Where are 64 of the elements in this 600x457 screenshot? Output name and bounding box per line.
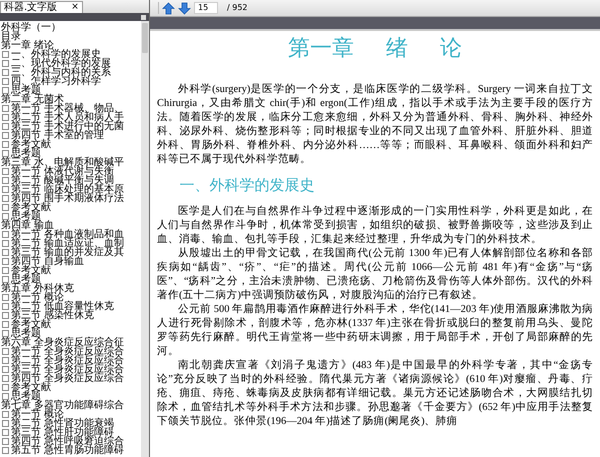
- outline-item[interactable]: 第二节 输血适应证、血制: [11, 239, 124, 248]
- body-paragraph: 南北朝龚庆宣著《刘涓子鬼遗方》(483 年)是中国最早的外科学专著，其中“金疡专论”充分反映了当时的外科经验。隋代巢元方著《诸病源候论》(610 年)对瘿瘤、丹毒、疔疮、痈疽、痔疮、蛛毒病及皮肤病都有详细记载。巢元方还记述肠吻合术，大网膜结扎切除术，血管结扎术等外科手术方法和步骤。孙思邈著《千金要方》(652 年)中应用手法整复下颌关节脱位。张仲景(196—204 年)描述了肠痈(阑尾炎)、肺痈: [157, 359, 593, 429]
- outline-item[interactable]: 第二节 酸碱平衡与失调: [11, 176, 114, 185]
- outline-item[interactable]: 第一章 绪论: [1, 41, 54, 50]
- body-paragraph: 公元前 500 年扁鹊用毒酒作麻醉进行外科手术，华佗(141—203 年)使用酒服麻沸散为病人进行死骨剔除术，剖腹术等，危亦林(1337 年)主张在骨折或脱臼的整复前用乌头、曼陀罗等药先行麻醉。明代王肯堂将一些中药研末调擦，用于局部手术，开创了局部麻醉的先河。: [157, 303, 593, 359]
- outline-item[interactable]: 思考题: [11, 212, 41, 221]
- outline-item[interactable]: 思考题: [11, 86, 41, 95]
- outline-item[interactable]: 思考题: [11, 392, 41, 401]
- outline-item[interactable]: 外科学（一）: [1, 23, 61, 32]
- tab-close-button[interactable]: ×: [71, 3, 79, 12]
- outline-item[interactable]: 第一节 手术器械、物品、: [11, 104, 124, 113]
- outline-item[interactable]: 第二节 全身炎症反应综合: [11, 356, 124, 365]
- outline-item[interactable]: 目录: [1, 32, 21, 41]
- outline-item[interactable]: 第三节 手术进行中的无菌: [11, 122, 124, 131]
- outline-item[interactable]: 思考题: [11, 275, 41, 284]
- scrollbar[interactable]: [141, 21, 149, 457]
- outline-item[interactable]: 第一节 全身炎症反应综合: [11, 347, 124, 356]
- outline-item[interactable]: 参考文献: [11, 203, 51, 212]
- down-arrow-icon[interactable]: [178, 2, 191, 14]
- outline-item[interactable]: 第四节 自身输血: [11, 257, 84, 266]
- outline-item[interactable]: 第四节 全身炎症反应综合: [11, 374, 124, 383]
- outline-item[interactable]: 第三章 水、电解质和酸碱平: [1, 158, 124, 167]
- outline-item[interactable]: 第三节 输血的并发症及其: [11, 248, 124, 257]
- outline-item[interactable]: 参考文献: [11, 266, 51, 275]
- body-paragraph: 外科学(surgery)是医学的一个分支，是临床医学的二级学科。Surgery 一词来自拉丁文 Chirurgia，又由希腊文 chir(手)和 ergon(工作)组成，指以手术或手法为主要手段的医疗方法。随着医学的发展，临床分工愈来愈细，外科又分为普通外科、骨科、胸外科、神经外科、泌尿外科、烧伤整形科等；同时根据专业的不同又出现了血管外科、肝脏外科、胆道外科、胃肠外科、脊椎外科、内分泌外科……等等；而眼科、耳鼻喉科、颌面外科和妇产科等已不属于现代外科学范畴。: [157, 83, 593, 167]
- outline-item[interactable]: 第四章 输血: [1, 221, 54, 230]
- outline-item[interactable]: 第一节 体液代谢与失衡: [11, 167, 114, 176]
- outline-item[interactable]: 第三节 临床处理的基本原: [11, 185, 124, 194]
- outline-item[interactable]: 第五节 急性胃肠功能障碍: [11, 446, 124, 455]
- outline-item[interactable]: 第二章 无菌术: [1, 95, 64, 104]
- outline-item[interactable]: 第二节 急性肾功能衰竭: [11, 419, 114, 428]
- outline-item[interactable]: 第二节 手术人员和病人手: [11, 113, 124, 122]
- outline-item[interactable]: 第一节 概论: [11, 293, 64, 302]
- outline-item[interactable]: 第一节 概论: [11, 410, 64, 419]
- document-tab[interactable]: 科器.文字版 ×: [0, 1, 83, 13]
- outline-item[interactable]: 参考文献: [11, 320, 51, 329]
- outline-item[interactable]: 第三节 感染性休克: [11, 311, 94, 320]
- outline-item[interactable]: 参考文献: [11, 140, 51, 149]
- outline-item[interactable]: 参考文献: [11, 383, 51, 392]
- body-paragraph: 医学是人们在与自然界作斗争过程中逐渐形成的一门实用性科学，外科更是如此，在人们与自然界作斗争时，机体常受到损害，如组织的破损、被野兽撕咬等，这些涉及到止血、消毒、输血、包扎等手段，汇集起来经过整理，升华成为专门的外科技术。: [157, 205, 593, 247]
- body-paragraph: 从殷墟出土的甲骨文记载，在我国商代(公元前 1300 年)已有人体解剖部位名称和各部疾病如“龋齿”、“疥”、“疟”的描述。周代(公元前 1066—公元前 481 年)有“金疡”与“疡医”、“疡科”之分，主治未溃肿物、已溃疮疡、刀枪箭伤及骨伤等人体外部伤。汉代的外科著作(五十二病方)中强调预防破伤风，对腹股沟疝的治疗已有叙述。: [157, 247, 593, 303]
- page-total: / 952: [227, 2, 248, 14]
- outline-item[interactable]: 思考题: [11, 329, 41, 338]
- page-number-field[interactable]: 15: [194, 2, 218, 14]
- outline-item[interactable]: 第六章 全身炎症反应综合征: [1, 338, 124, 347]
- outline-item[interactable]: 第一节 各种血液制品和血: [11, 230, 124, 239]
- outline-item[interactable]: 第五章 外科休克: [1, 284, 74, 293]
- outline-item[interactable]: 第四节 围手术期液体疗法: [11, 194, 124, 203]
- outline-item[interactable]: 第四节 急性呼吸窘迫综合: [11, 437, 124, 446]
- outline-item[interactable]: 第三节 全身炎症反应综合: [11, 365, 124, 374]
- collapse-icon[interactable]: [141, 14, 146, 20]
- scrollbar-thumb[interactable]: [142, 23, 148, 53]
- outline-item[interactable]: 二、现代外科学的发展: [11, 59, 111, 68]
- chapter-title: 第一章 绪 论: [287, 35, 463, 61]
- outline-item[interactable]: 第三节 急性肝功能障碍: [11, 428, 114, 437]
- outline-item[interactable]: 思考题: [11, 149, 41, 158]
- outline-item[interactable]: 三、外科与内科的关系: [11, 68, 111, 77]
- outline-item[interactable]: 第二节 低血容量性休克: [11, 302, 114, 311]
- outline-item[interactable]: 第七章 多器官功能障碍综合: [1, 401, 124, 410]
- up-arrow-icon[interactable]: [162, 2, 175, 14]
- outline-item[interactable]: 四、怎样学习外科学: [11, 77, 101, 86]
- outline-item[interactable]: 第四节 手术室的管理: [11, 131, 104, 140]
- outline-item[interactable]: 一、外科学的发展史: [11, 50, 101, 59]
- section-heading: 一、外科学的发展史: [178, 177, 316, 195]
